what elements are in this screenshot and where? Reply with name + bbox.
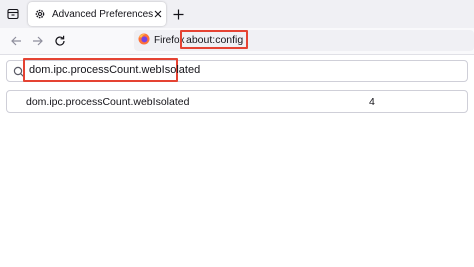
tab-advanced-preferences[interactable]: Advanced Preferences: [28, 2, 166, 26]
table-row[interactable]: dom.ipc.processCount.webIsolated 4: [6, 90, 468, 113]
back-icon[interactable]: [8, 33, 24, 49]
tab-bar: Advanced Preferences: [0, 0, 474, 28]
url-input[interactable]: about:config: [180, 30, 248, 49]
navigation-toolbar: Firefox about:config: [0, 28, 474, 55]
close-icon[interactable]: [153, 7, 162, 21]
search-input[interactable]: dom.ipc.processCount.webIsolated: [23, 58, 200, 82]
new-tab-icon[interactable]: [170, 6, 186, 22]
reload-icon[interactable]: [52, 33, 68, 49]
tab-title: Advanced Preferences: [52, 8, 154, 20]
gear-icon: [34, 8, 46, 20]
url-bar[interactable]: Firefox about:config: [134, 30, 474, 51]
forward-icon[interactable]: [30, 33, 46, 49]
search-value: dom.ipc.processCount.webIsolated: [29, 64, 201, 76]
tab-list-icon[interactable]: [5, 6, 21, 22]
url-text: about:config: [186, 33, 244, 46]
preference-value[interactable]: 4: [369, 96, 375, 108]
preference-name: dom.ipc.processCount.webIsolated: [26, 96, 190, 108]
identity-box[interactable]: Firefox: [138, 33, 185, 48]
firefox-logo-icon: [138, 32, 150, 50]
preference-search[interactable]: dom.ipc.processCount.webIsolated: [6, 58, 468, 82]
